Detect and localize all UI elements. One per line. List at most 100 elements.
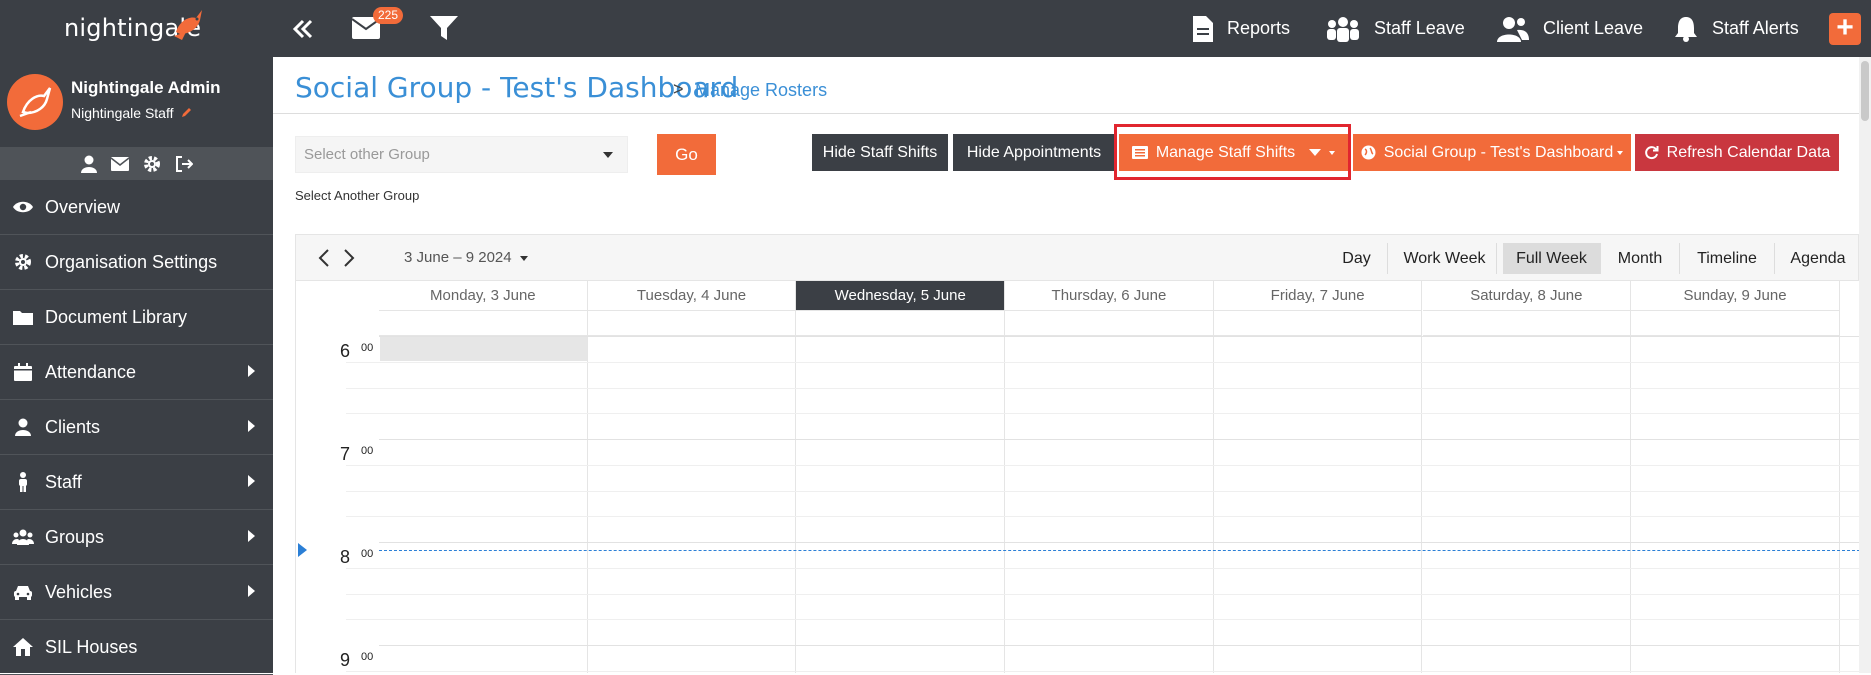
slot-line (346, 670, 1860, 672)
hour-line (379, 542, 1860, 543)
slot-line (346, 619, 1860, 621)
all-day-cell[interactable] (1422, 311, 1632, 336)
chevron-right-icon (248, 585, 255, 597)
day-header[interactable]: Thursday, 6 June (1005, 281, 1214, 311)
group-select[interactable]: Select other Group (295, 136, 628, 173)
hour-line (379, 336, 1860, 337)
day-header[interactable]: Friday, 7 June (1213, 281, 1423, 311)
day-header[interactable]: Saturday, 8 June (1422, 281, 1632, 311)
all-day-cell[interactable] (379, 311, 588, 336)
hour-label: 7 (340, 444, 351, 464)
sidebar-item-label: Overview (45, 196, 121, 217)
client-leave-link[interactable]: Client Leave (1497, 0, 1643, 57)
sidebar-item-label: Groups (45, 526, 105, 547)
chevron-right-icon (248, 420, 255, 432)
refresh-calendar-button[interactable]: Refresh Calendar Data (1635, 134, 1839, 171)
minute-label: 00 (361, 445, 374, 457)
time-gutter (296, 281, 379, 673)
view-work-week[interactable]: Work Week (1393, 243, 1497, 274)
refresh-icon (1644, 146, 1659, 160)
person-icon (12, 471, 34, 493)
breadcrumb-manage-rosters[interactable]: Manage Rosters (695, 80, 827, 101)
user-icon[interactable] (80, 155, 97, 173)
envelope-icon[interactable] (110, 156, 129, 171)
user-role-label: Nightingale Staff (71, 105, 174, 121)
chevron-right-icon (248, 475, 255, 487)
pencil-icon[interactable] (181, 106, 193, 118)
reports-link[interactable]: Reports (1193, 0, 1290, 57)
slot-line (346, 593, 1860, 595)
sidebar-item-label: Vehicles (45, 581, 113, 602)
collapse-sidebar-icon[interactable] (291, 17, 315, 41)
hide-staff-shifts-button[interactable]: Hide Staff Shifts (812, 134, 948, 171)
day-header[interactable]: Tuesday, 4 June (587, 281, 797, 311)
sidebar-item-groups[interactable]: Groups (0, 510, 273, 565)
hide-appointments-button[interactable]: Hide Appointments (953, 134, 1115, 171)
filter-icon[interactable] (430, 16, 458, 42)
sidebar-item-staff[interactable]: Staff (0, 455, 273, 510)
staff-alerts-link[interactable]: Staff Alerts (1674, 0, 1799, 57)
caret-down-icon (603, 152, 613, 158)
all-day-cell[interactable] (1005, 311, 1214, 336)
sidebar-item-organisation-settings[interactable]: Organisation Settings (0, 235, 273, 290)
sidebar-item-attendance[interactable]: Attendance (0, 345, 273, 400)
view-agenda[interactable]: Agenda (1775, 243, 1861, 274)
page-scrollbar[interactable] (1859, 57, 1871, 673)
sidebar-item-clients[interactable]: Clients (0, 400, 273, 455)
dashboard-dropdown-button[interactable]: Social Group - Test's Dashboard (1353, 134, 1631, 171)
minute-label: 00 (361, 342, 374, 354)
chevron-right-icon (248, 530, 255, 542)
select-helper-text: Select Another Group (295, 188, 420, 203)
caret-down-icon (1617, 150, 1624, 155)
header-divider (273, 113, 1859, 114)
date-range-label: 3 June – 9 2024 (404, 249, 512, 266)
hour-label: 9 (340, 650, 351, 670)
logout-icon[interactable] (175, 155, 193, 172)
go-button[interactable]: Go (657, 134, 716, 175)
chevron-right-icon[interactable] (343, 249, 355, 267)
slot-line (346, 387, 1860, 389)
sidebar-item-label: Clients (45, 416, 101, 437)
user-role: Nightingale Staff (71, 105, 193, 121)
gear-icon[interactable] (143, 155, 161, 173)
sidebar-item-sil-houses[interactable]: SIL Houses (0, 620, 273, 675)
chevron-left-icon[interactable] (318, 249, 330, 267)
all-day-cell[interactable] (1213, 311, 1423, 336)
slot-line (346, 413, 1860, 415)
bird-logo-icon (174, 10, 202, 40)
sidebar-item-label: Organisation Settings (45, 251, 218, 272)
view-month[interactable]: Month (1601, 243, 1680, 274)
bell-icon (1675, 16, 1697, 42)
staff-leave-link[interactable]: Staff Leave (1326, 0, 1465, 57)
day-header[interactable]: Wednesday, 5 June (796, 281, 1006, 311)
reports-label: Reports (1227, 18, 1291, 38)
main-content: Social Group - Test's Dashboard > Manage… (273, 57, 1861, 673)
minute-label: 00 (361, 651, 374, 663)
all-day-cell[interactable] (796, 311, 1006, 336)
all-day-cell[interactable] (587, 311, 797, 336)
view-day[interactable]: Day (1326, 243, 1388, 274)
caret-down-icon (519, 255, 528, 261)
day-header[interactable]: Sunday, 9 June (1631, 281, 1840, 311)
day-header[interactable]: Monday, 3 June (379, 281, 588, 311)
sidebar-item-vehicles[interactable]: Vehicles (0, 565, 273, 620)
avatar[interactable] (7, 74, 63, 130)
sidebar-item-label: Attendance (45, 361, 137, 382)
selected-time-slot[interactable] (380, 337, 587, 361)
dashboard-dropdown-label: Social Group - Test's Dashboard (1383, 143, 1614, 161)
current-time-marker (298, 543, 307, 557)
user-name: Nightingale Admin (71, 78, 221, 97)
sidebar-item-document-library[interactable]: Document Library (0, 290, 273, 345)
view-full-week[interactable]: Full Week (1503, 243, 1601, 274)
add-button[interactable]: + (1829, 13, 1861, 45)
sidebar-item-overview[interactable]: Overview (0, 180, 273, 235)
slot-line (346, 361, 1860, 363)
scrollbar-thumb[interactable] (1861, 61, 1869, 121)
highlight-box (1114, 124, 1351, 180)
all-day-cell[interactable] (1631, 311, 1840, 336)
current-time-line (379, 550, 1860, 551)
date-range-picker[interactable]: 3 June – 9 2024 (404, 249, 528, 266)
staff-group-icon (1327, 16, 1359, 42)
minute-label: 00 (361, 548, 374, 560)
view-timeline[interactable]: Timeline (1680, 243, 1775, 274)
